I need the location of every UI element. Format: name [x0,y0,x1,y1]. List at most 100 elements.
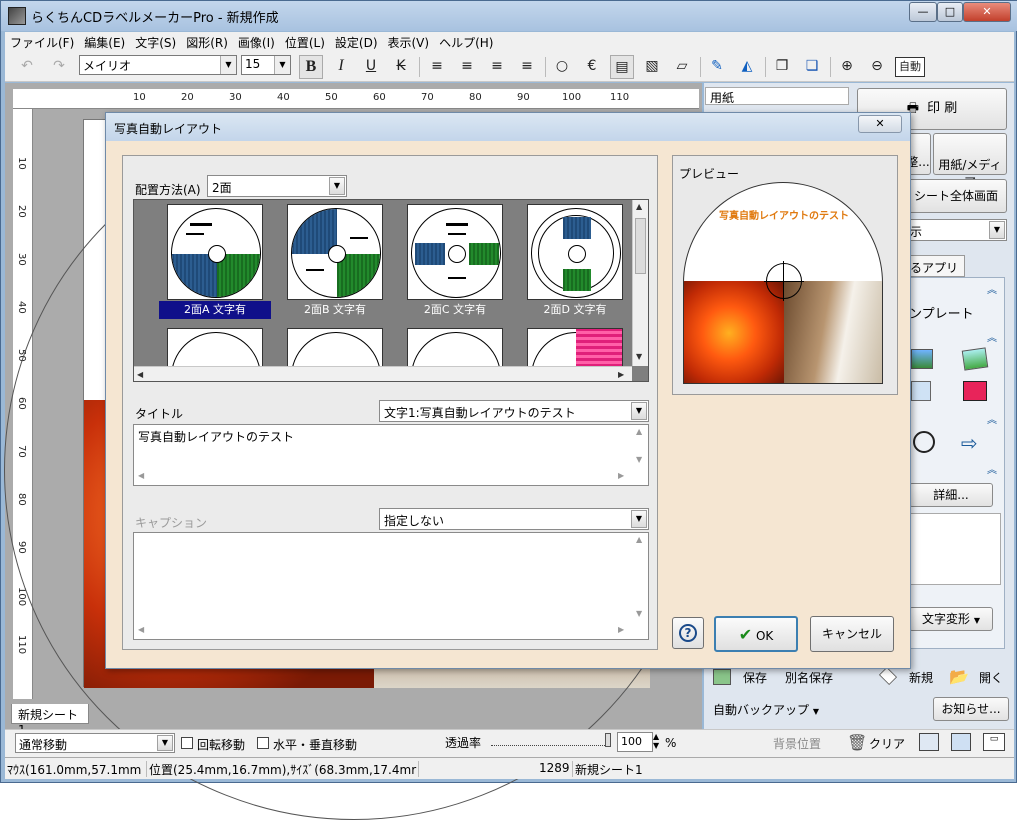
maximize-button[interactable]: □ [937,2,963,22]
scroll-thumb[interactable] [635,218,646,274]
menu-edit[interactable]: 編集(E) [79,32,130,52]
title-vscroll[interactable]: ▲ ▼ [632,425,648,469]
vertical-text-icon[interactable]: ▤ [610,55,634,79]
clear-button[interactable]: クリア [869,735,905,752]
layout-method-select[interactable]: 2面 ▼ [207,175,347,197]
image-search-icon[interactable] [911,381,931,401]
minimize-button[interactable]: — [909,2,937,22]
menu-image[interactable]: 画像(I) [233,32,280,52]
thumb-caption-2d[interactable]: 2面D 文字有 [519,301,631,319]
rotate-move-checkbox[interactable] [181,737,193,749]
align-right-icon[interactable]: ≡ [485,55,509,79]
caption-textarea[interactable]: ▲ ▼ ◀ ▶ [133,532,649,640]
gallery-vscroll[interactable]: ▲ ▼ [632,200,648,366]
zoom-in-icon[interactable]: ⊕ [835,55,859,79]
save-as-button[interactable]: 別名保存 [785,669,833,686]
menu-shape[interactable]: 図形(R) [181,32,233,52]
title-textarea[interactable]: 写真自動レイアウトのテスト ▲ ▼ ◀ ▶ [133,424,649,486]
slant-text-icon[interactable]: ▧ [640,55,664,79]
menu-text[interactable]: 文字(S) [130,32,181,52]
layout-thumb-2d[interactable] [527,204,623,300]
bg-position-button[interactable]: 背景位置 [773,735,821,752]
new-button[interactable]: 新規 [909,669,933,686]
thumb-caption-2c[interactable]: 2面C 文字有 [399,301,511,319]
thumb-caption-2b[interactable]: 2面B 文字有 [279,301,391,319]
scroll-up-icon[interactable]: ▲ [636,202,642,211]
details-button[interactable]: 詳細... [909,483,993,507]
redo-icon[interactable]: ↷ [47,55,71,79]
title-hscroll[interactable]: ◀ ▶ [134,469,632,485]
caption-source-select[interactable]: 指定しない ▼ [379,508,649,530]
circle-text-icon[interactable]: ○ [550,55,574,79]
font-size-select[interactable]: 15 ▼ [241,55,291,75]
notice-button[interactable]: お知らせ... [933,697,1009,721]
title-source-select[interactable]: 文字1:写真自動レイアウトのテスト ▼ [379,400,649,422]
ok-button[interactable]: ✔ OK [714,616,798,652]
pen-color-icon[interactable]: ✎ [705,55,729,79]
close-button[interactable]: ✕ [963,2,1011,22]
underline-button[interactable]: U [359,55,383,79]
align-center-icon[interactable]: ≡ [455,55,479,79]
auto-backup-menu[interactable]: 自動バックアップ ▼ [713,701,819,718]
menu-file[interactable]: ファイル(F) [5,32,79,52]
align-left-icon[interactable]: ≡ [425,55,449,79]
photo-frame-icon[interactable] [961,347,989,371]
open-button[interactable]: 開く [979,669,1003,686]
window-mode-icon[interactable] [951,733,971,751]
caption-hscroll[interactable]: ◀ ▶ [134,623,632,639]
bring-front-icon[interactable]: ❐ [770,55,794,79]
menu-view[interactable]: 表示(V) [383,32,435,52]
opacity-slider[interactable] [491,736,611,746]
opacity-slider-thumb[interactable] [605,733,611,747]
align-justify-icon[interactable]: ≡ [515,55,539,79]
layout-thumb-2a[interactable] [167,204,263,300]
monitor-icon[interactable] [963,381,987,401]
save-button[interactable]: 保存 [743,669,767,686]
layout-thumb-2c[interactable] [407,204,503,300]
thumb-caption-2a[interactable]: 2面A 文字有 [159,301,271,319]
send-back-icon[interactable]: ❏ [800,55,824,79]
auto-zoom-button[interactable]: 自動 [895,57,925,77]
layout-thumb-2b[interactable] [287,204,383,300]
scroll-down-icon[interactable]: ▼ [636,352,642,361]
collapse-icon[interactable]: ︽ [987,461,997,476]
collapse-icon[interactable]: ︽ [987,281,997,296]
ellipse-tool-icon[interactable] [913,431,935,453]
zoom-out-icon[interactable]: ⊖ [865,55,889,79]
italic-button[interactable]: I [329,55,353,79]
hv-move-checkbox[interactable] [257,737,269,749]
gallery-hscroll[interactable]: ◀ ▶ [134,366,632,381]
arrow-tool-icon[interactable]: ⇨ [961,431,978,455]
menu-position[interactable]: 位置(L) [280,32,330,52]
strike-button[interactable]: K [389,55,413,79]
help-button[interactable]: ? [672,617,704,649]
display-select[interactable]: 示 ▼ [905,219,1007,241]
sheet-full-button[interactable]: シート全体画面 [905,179,1007,213]
fill-color-icon[interactable]: ◭ [735,55,759,79]
font-name-select[interactable]: メイリオ ▼ [79,55,237,75]
undo-icon[interactable]: ↶ [15,55,39,79]
sheet-tab[interactable]: 新規シート1 [11,704,89,737]
text-transform-button[interactable]: 文字変形 ▼ [909,607,993,631]
apps-tab[interactable]: るアプリ [905,255,965,277]
bold-button[interactable]: B [299,55,323,79]
italic-slant-icon[interactable]: ▱ [670,55,694,79]
menu-settings[interactable]: 設定(D) [330,32,383,52]
caption-vscroll[interactable]: ▲ ▼ [632,533,648,623]
move-mode-select[interactable]: 通常移動 ▼ [15,733,175,753]
dialog-close-button[interactable]: ✕ [858,115,902,133]
view-mode-icon[interactable] [919,733,939,751]
scroll-left-icon[interactable]: ◀ [137,370,143,379]
ruler-toggle-icon[interactable]: ▭ [983,733,1005,751]
collapse-icon[interactable]: ︽ [987,329,997,344]
template-label[interactable]: ンプレート [909,303,974,322]
scroll-right-icon[interactable]: ▶ [618,370,624,379]
menu-help[interactable]: ヘルプ(H) [434,32,498,52]
arc-text-icon[interactable]: € [580,55,604,79]
cancel-button[interactable]: キャンセル [810,616,894,652]
image-icon[interactable] [911,349,933,369]
paper-media-button[interactable]: 用紙/メディア [933,133,1007,189]
opacity-input[interactable]: 100 [617,732,653,752]
collapse-icon[interactable]: ︽ [987,411,997,426]
opacity-spinner[interactable]: ▲ ▼ [653,732,659,750]
